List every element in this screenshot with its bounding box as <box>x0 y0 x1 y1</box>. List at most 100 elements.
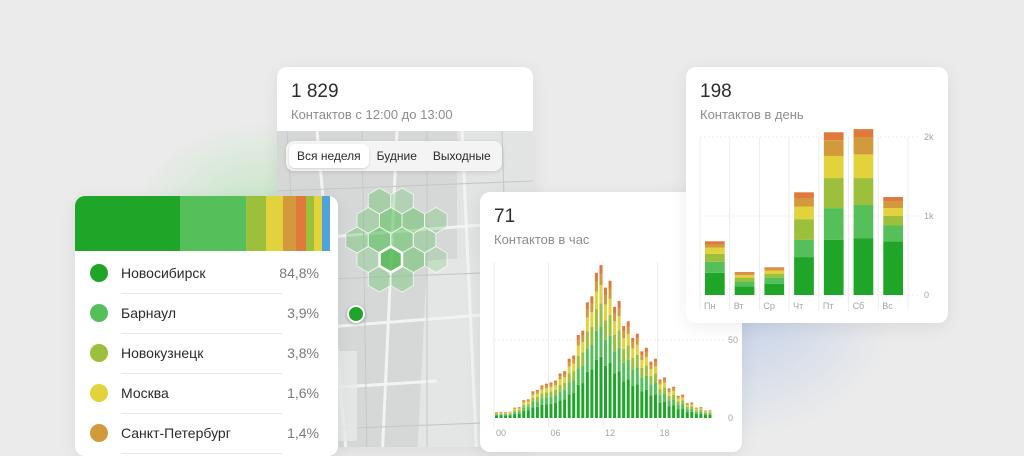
hour-bar-segment <box>559 400 562 418</box>
day-bar-segment <box>764 269 784 271</box>
hour-bar-segment <box>627 360 630 379</box>
hour-bar-segment <box>618 316 621 330</box>
hour-bar-segment <box>563 374 566 377</box>
hour-bar-segment <box>668 388 671 390</box>
hour-bar-segment <box>563 383 566 390</box>
hour-bar-segment <box>527 400 530 401</box>
location-marker[interactable] <box>347 305 365 323</box>
hour-bar-segment <box>536 390 539 392</box>
city-list-item[interactable]: Санкт-Петербург 1,4% <box>75 414 338 454</box>
hour-bar-segment <box>690 409 693 412</box>
tab-weekends[interactable]: Выходные <box>425 144 499 168</box>
hour-bar-segment <box>559 379 562 384</box>
day-bar-segment <box>735 282 755 287</box>
hour-bar-segment <box>590 296 593 303</box>
city-color-dot <box>90 424 108 442</box>
hour-bar-segment <box>531 407 534 418</box>
hour-bar-segment <box>550 391 553 396</box>
hour-bar-segment <box>599 326 602 357</box>
hour-bar-segment <box>531 402 534 407</box>
daily-contacts-caption: Контактов в день <box>700 107 804 122</box>
day-bar-segment <box>705 241 725 244</box>
hour-bar-segment <box>568 359 571 363</box>
strip-segment <box>75 196 180 251</box>
tab-all-week[interactable]: Вся неделя <box>289 144 369 168</box>
hour-bar-segment <box>613 321 616 334</box>
tab-weekdays[interactable]: Будние <box>369 144 425 168</box>
hour-bar-segment <box>636 339 639 345</box>
hour-bar-segment <box>495 416 498 418</box>
city-share: 84,8% <box>279 265 319 281</box>
day-bar-segment <box>735 272 755 274</box>
hour-bar-segment <box>550 385 553 387</box>
hour-bar-segment <box>604 305 607 321</box>
hour-bar-segment <box>540 387 543 389</box>
hour-bar-segment <box>559 385 562 392</box>
hour-bar-segment <box>704 412 707 413</box>
hourly-contacts-value: 71 <box>494 206 515 228</box>
hour-bar-segment <box>690 412 693 418</box>
hour-bar-segment <box>699 411 702 413</box>
day-bar-segment <box>735 286 755 295</box>
strip-segment <box>296 196 307 251</box>
hour-bar-segment <box>513 408 516 409</box>
day-bar-segment <box>705 248 725 254</box>
hour-bar-segment <box>708 415 711 418</box>
hour-bar-segment <box>677 405 680 409</box>
day-x-tick-label: Чт <box>793 301 803 311</box>
hour-bar-segment <box>554 381 557 383</box>
day-bar-segment <box>824 178 844 208</box>
selected-hexagon[interactable] <box>380 247 403 273</box>
city-list-item[interactable]: Барнаул3,9% <box>75 294 338 334</box>
city-share: 1,4% <box>287 425 319 441</box>
hour-bar-segment <box>590 304 593 313</box>
hour-bar-segment <box>513 408 516 409</box>
hour-bar-segment <box>518 408 521 409</box>
day-bar-segment <box>883 208 903 216</box>
hour-bar-segment <box>672 391 675 395</box>
hour-bar-segment <box>522 407 525 411</box>
hour-bar-segment <box>581 342 584 352</box>
hour-bar-segment <box>704 412 707 413</box>
hour-bar-segment <box>559 391 562 400</box>
hour-bar-segment <box>513 412 516 414</box>
hour-bar-segment <box>663 377 666 379</box>
strip-segment <box>180 196 246 251</box>
hour-bar-segment <box>708 413 711 415</box>
hour-bar-segment <box>609 363 612 418</box>
hour-bar-segment <box>636 384 639 418</box>
hour-bar-segment <box>622 332 625 338</box>
hour-bar-segment <box>513 410 516 412</box>
hour-bar-segment <box>500 413 503 414</box>
hour-bar-segment <box>609 289 612 299</box>
hour-bar-segment <box>677 397 680 399</box>
day-bar-segment <box>854 205 874 238</box>
hour-bar-segment <box>590 345 593 369</box>
hour-bar-segment <box>540 405 543 418</box>
city-list-item[interactable]: Новосибирск84,8% <box>75 254 338 294</box>
day-x-tick-label: Вс <box>882 301 893 311</box>
hourly-contacts-caption: Контактов в час <box>494 232 589 247</box>
city-list-item[interactable]: Москва1,6% <box>75 374 338 414</box>
day-bar-segment <box>854 154 874 178</box>
city-name: Санкт-Петербург <box>121 425 231 441</box>
hour-bar-segment <box>595 360 598 418</box>
hour-bar-segment <box>622 349 625 363</box>
city-list-item[interactable]: Новокузнецк3,8% <box>75 334 338 374</box>
hour-bar-segment <box>590 369 593 418</box>
hour-bar-segment <box>649 362 652 365</box>
hour-bar-segment <box>631 370 634 386</box>
hour-bar-segment <box>531 391 534 393</box>
hour-bar-segment <box>654 359 657 363</box>
hour-bar-segment <box>681 396 684 398</box>
hour-bar-segment <box>618 301 621 308</box>
hour-bar-segment <box>695 414 698 418</box>
hour-bar-segment <box>604 366 607 418</box>
map-contacts-caption: Контактов с 12:00 до 13:00 <box>291 107 453 122</box>
hour-bar-segment <box>640 360 643 368</box>
day-bar-segment <box>794 207 814 220</box>
hour-bar-segment <box>522 401 525 402</box>
strip-segment <box>322 196 330 251</box>
hour-bar-segment <box>663 388 666 394</box>
hour-bar-segment <box>631 348 634 358</box>
